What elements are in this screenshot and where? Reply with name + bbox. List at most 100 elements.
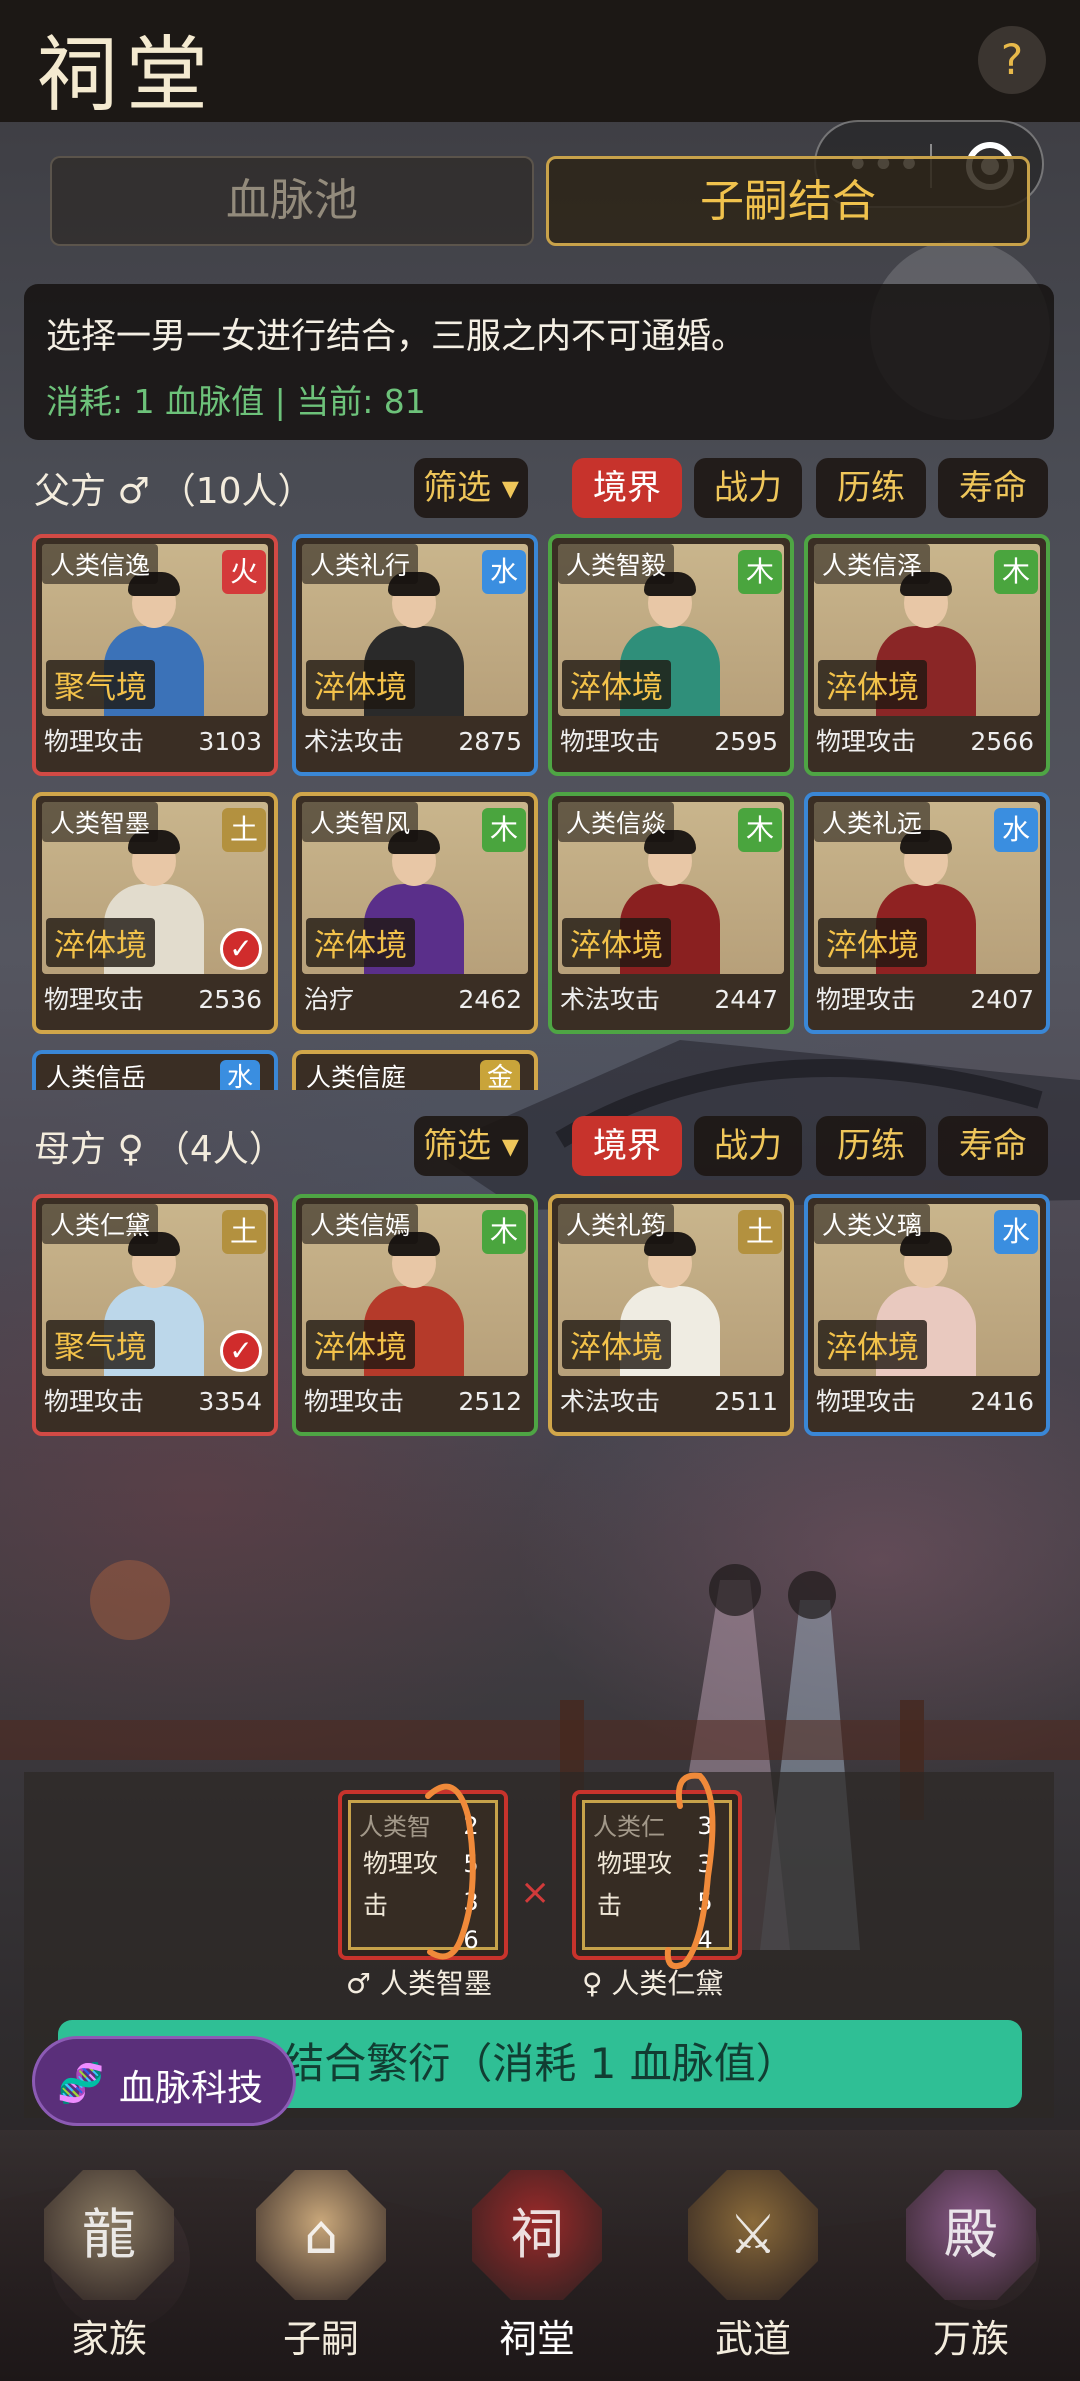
stat-value: 2511 xyxy=(714,1387,778,1416)
realm-badge: 淬体境 xyxy=(818,1320,927,1369)
card-stat: 术法攻击 2511 xyxy=(560,1380,782,1424)
card-name: 人类信嫣 xyxy=(302,1204,419,1244)
tab-offspring-pairing[interactable]: 子嗣结合 xyxy=(546,156,1030,246)
father-card[interactable]: 人类信逸 火聚气境 物理攻击 3103 xyxy=(32,534,278,776)
mother-sort-lifespan[interactable]: 寿命 xyxy=(938,1116,1048,1176)
tab-bloodline-pool[interactable]: 血脉池 xyxy=(50,156,534,246)
realm-badge: 聚气境 xyxy=(46,660,155,709)
bloodline-tech-button[interactable]: 🧬 血脉科技 xyxy=(32,2036,296,2126)
nav-family[interactable]: 龍 家族 xyxy=(34,2170,184,2370)
card-name: 人类智墨 xyxy=(42,802,159,842)
stat-value: 2536 xyxy=(198,985,262,1014)
element-badge: 木 xyxy=(994,550,1038,594)
mother-card[interactable]: 人类仁黛 土聚气境 ✓ 物理攻击 3354 xyxy=(32,1194,278,1436)
nav-offspring[interactable]: ⌂ 子嗣 xyxy=(246,2170,396,2370)
realm-badge: 淬体境 xyxy=(306,660,415,709)
nav-label: 家族 xyxy=(70,2317,147,2361)
mother-card[interactable]: 人类礼筠 土淬体境 术法攻击 2511 xyxy=(548,1194,794,1436)
card-name: 人类仁黛 xyxy=(42,1204,159,1244)
stat-value: 2447 xyxy=(714,985,778,1014)
rules-info-panel: 选择一男一女进行结合，三服之内不可通婚。 消耗: 1 血脉值 | 当前: 81 xyxy=(24,284,1054,440)
mother-section-title: 母方 ♀ （4人） xyxy=(34,1120,285,1172)
cost-text: 消耗: 1 血脉值 | 当前: 81 xyxy=(46,382,426,421)
top-bar: 祠堂 ? xyxy=(0,0,1080,123)
father-title: 父方 ♂ xyxy=(34,471,150,512)
stat-label: 物理攻击 xyxy=(560,727,661,756)
card-name: 人类信泽 xyxy=(814,544,931,584)
father-card[interactable]: 人类智风 木淬体境 治疗 2462 xyxy=(292,792,538,1034)
father-card[interactable]: 人类信焱 木淬体境术法攻击 2447 xyxy=(548,792,794,1034)
stat-label: 物理攻击 xyxy=(816,985,917,1014)
nav-label: 祠堂 xyxy=(498,2317,575,2361)
stat-value: 2875 xyxy=(458,727,522,756)
nav-clans[interactable]: 殿 万族 xyxy=(896,2170,1046,2370)
realm-badge: 聚气境 xyxy=(46,1320,155,1369)
mother-sort-experience[interactable]: 历练 xyxy=(816,1116,926,1176)
father-card[interactable]: 人类智墨 土淬体境 ✓ 物理攻击 2536 xyxy=(32,792,278,1034)
element-badge: 水 xyxy=(994,1210,1038,1254)
mother-filter-button[interactable]: 筛选 ▾ xyxy=(414,1116,528,1176)
father-count: （10人） xyxy=(159,471,314,512)
nav-icon-glyph: 龍 xyxy=(82,2203,136,2266)
help-button[interactable]: ? xyxy=(978,26,1046,94)
father-card[interactable]: 人类礼行 水淬体境 术法攻击 2875 xyxy=(292,534,538,776)
selected-father-label: ♂ 人类智墨 xyxy=(346,1967,493,2000)
orange-annotation-scribble xyxy=(425,1783,476,1960)
card-stat: 物理攻击 3354 xyxy=(44,1380,266,1424)
selected-mother-label: ♀ 人类仁黛 xyxy=(582,1967,724,2000)
element-badge: 金 xyxy=(480,1060,520,1090)
father-sort-lifespan[interactable]: 寿命 xyxy=(938,458,1048,518)
stat-label: 物理攻击 xyxy=(816,1387,917,1416)
stat-label: 物理攻击 xyxy=(44,985,145,1014)
father-card-partial[interactable]: 人类信庭 金 xyxy=(292,1050,538,1090)
father-sort-realm[interactable]: 境界 xyxy=(572,458,682,518)
element-badge: 土 xyxy=(222,1210,266,1254)
element-badge: 水 xyxy=(482,550,526,594)
page-title: 祠堂 xyxy=(36,28,217,123)
mother-card[interactable]: 人类信嫣 木淬体境 物理攻击 2512 xyxy=(292,1194,538,1436)
stat-label: 物理攻击 xyxy=(44,1387,145,1416)
element-badge: 木 xyxy=(738,808,782,852)
realm-badge: 淬体境 xyxy=(562,918,671,967)
element-badge: 火 xyxy=(222,550,266,594)
nav-icon-glyph: 殿 xyxy=(944,2203,998,2266)
cradle-icon: ⌂ xyxy=(256,2170,386,2300)
orange-annotation-scribble xyxy=(664,1772,716,1970)
selected-check-icon: ✓ xyxy=(220,1330,262,1372)
realm-badge: 淬体境 xyxy=(818,918,927,967)
nav-label: 子嗣 xyxy=(282,2317,359,2361)
father-filter-button[interactable]: 筛选 ▾ xyxy=(414,458,528,518)
realm-badge: 淬体境 xyxy=(818,660,927,709)
card-name: 人类礼筠 xyxy=(558,1204,675,1244)
card-name: 人类礼远 xyxy=(814,802,931,842)
crossed-swords-icon: ⚔ xyxy=(688,2170,818,2300)
element-badge: 木 xyxy=(482,808,526,852)
father-sort-experience[interactable]: 历练 xyxy=(816,458,926,518)
bloodline-tech-label: 血脉科技 xyxy=(119,2068,264,2109)
card-stat: 术法攻击 2447 xyxy=(560,978,782,1022)
nav-ancestral-hall[interactable]: 祠 祠堂 xyxy=(462,2170,612,2370)
mother-card[interactable]: 人类义璃 水淬体境 物理攻击 2416 xyxy=(804,1194,1050,1436)
pair-cross-icon: × xyxy=(520,1872,551,1913)
nav-martial-path[interactable]: ⚔ 武道 xyxy=(678,2170,828,2370)
mother-title: 母方 ♀ xyxy=(34,1129,144,1170)
father-sort-power[interactable]: 战力 xyxy=(694,458,802,518)
realm-badge: 淬体境 xyxy=(46,918,155,967)
stat-value: 3103 xyxy=(198,727,262,756)
mother-sort-power[interactable]: 战力 xyxy=(694,1116,802,1176)
card-stat: 术法攻击 2875 xyxy=(304,720,526,764)
father-card[interactable]: 人类信泽 木淬体境物理攻击 2566 xyxy=(804,534,1050,776)
stat-value: 2512 xyxy=(458,1387,522,1416)
card-name: 人类信逸 xyxy=(42,544,159,584)
stat-label: 治疗 xyxy=(304,985,355,1014)
element-badge: 土 xyxy=(222,808,266,852)
mother-sort-realm[interactable]: 境界 xyxy=(572,1116,682,1176)
card-stat: 治疗 2462 xyxy=(304,978,526,1022)
father-card[interactable]: 人类礼远 水淬体境 物理攻击 2407 xyxy=(804,792,1050,1034)
selected-check-icon: ✓ xyxy=(220,928,262,970)
father-card[interactable]: 人类智毅 木淬体境 物理攻击 2595 xyxy=(548,534,794,776)
father-card-partial[interactable]: 人类信岳 水 xyxy=(32,1050,278,1090)
card-stat: 物理攻击 2566 xyxy=(816,720,1038,764)
card-name: 人类信焱 xyxy=(558,802,675,842)
mother-count: （4人） xyxy=(153,1129,285,1170)
